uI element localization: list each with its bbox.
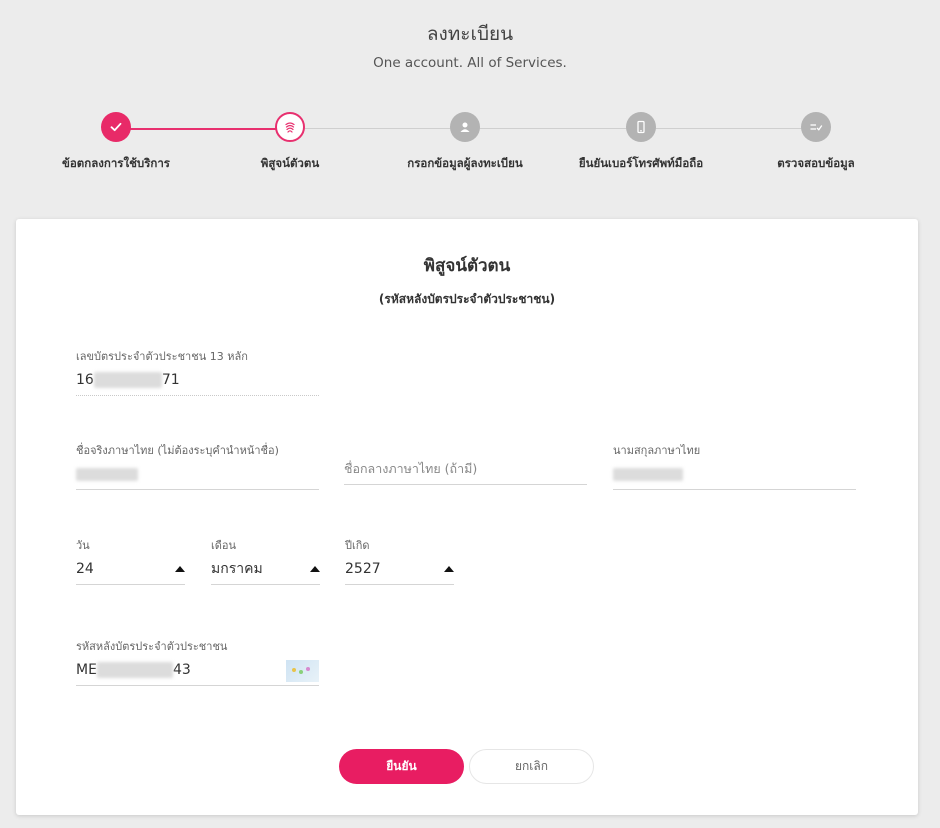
step-label: ข้อตกลงการใช้บริการ <box>62 156 170 170</box>
birth-month-label: เดือน <box>211 539 237 552</box>
first-name-label: ชื่อจริงภาษาไทย (ไม่ต้องระบุคำนำหน้าชื่อ… <box>76 444 279 457</box>
confirm-button[interactable]: ยืนยัน <box>339 749 464 784</box>
step-verify-phone: ยืนยันเบอร์โทรศัพท์มือถือ <box>561 112 721 173</box>
middle-name-placeholder: ชื่อกลางภาษาไทย (ถ้ามี) <box>344 461 478 476</box>
caret-up-icon[interactable] <box>444 566 454 572</box>
page-title: ลงทะเบียน <box>426 23 514 45</box>
step-identity: พิสูจน์ตัวตน <box>210 112 370 173</box>
step-registrant-info: กรอกข้อมูลผู้ลงทะเบียน <box>385 112 545 173</box>
cancel-button[interactable]: ยกเลิก <box>469 749 594 784</box>
last-name-input[interactable] <box>613 464 856 484</box>
redacted-mask <box>93 372 162 388</box>
check-icon <box>101 112 131 142</box>
id-number-value-end: 71 <box>161 372 180 388</box>
birth-day-value: 24 <box>76 561 94 577</box>
birth-day-select[interactable]: วัน 24 <box>76 536 185 585</box>
caret-up-icon[interactable] <box>175 566 185 572</box>
id-card-back-icon[interactable] <box>286 660 319 682</box>
step-label: พิสูจน์ตัวตน <box>260 156 320 170</box>
last-name-field[interactable]: นามสกุลภาษาไทย <box>613 441 856 490</box>
mobile-phone-icon <box>626 112 656 142</box>
form-subtitle: (รหัสหลังบัตรประจำตัวประชาชน) <box>378 292 556 306</box>
redacted-mask <box>76 467 138 481</box>
laser-code-input[interactable]: ME 43 <box>76 660 319 682</box>
id-number-field[interactable]: เลขบัตรประจำตัวประชาชน 13 หลัก 16 71 <box>76 347 319 396</box>
laser-code-value-start: ME <box>76 662 97 678</box>
person-icon <box>450 112 480 142</box>
id-number-label: เลขบัตรประจำตัวประชาชน 13 หลัก <box>76 350 248 363</box>
redacted-mask <box>613 467 683 481</box>
laser-code-label: รหัสหลังบัตรประจำตัวประชาชน <box>76 640 228 653</box>
first-name-input[interactable] <box>76 464 319 484</box>
birth-year-label: ปีเกิด <box>345 539 370 552</box>
last-name-label: นามสกุลภาษาไทย <box>613 444 701 457</box>
middle-name-input[interactable]: ชื่อกลางภาษาไทย (ถ้ามี) <box>344 459 587 479</box>
step-terms: ข้อตกลงการใช้บริการ <box>36 112 196 173</box>
page-subtitle: One account. All of Services. <box>373 55 567 71</box>
step-label: กรอกข้อมูลผู้ลงทะเบียน <box>407 156 523 170</box>
checklist-icon <box>801 112 831 142</box>
middle-name-field[interactable]: ชื่อกลางภาษาไทย (ถ้ามี) <box>344 441 587 485</box>
birth-month-value: มกราคม <box>211 561 263 577</box>
form-title: พิสูจน์ตัวตน <box>423 256 511 276</box>
caret-up-icon[interactable] <box>310 566 320 572</box>
step-label: ยืนยันเบอร์โทรศัพท์มือถือ <box>578 156 704 170</box>
id-number-input[interactable]: 16 71 <box>76 370 319 390</box>
birth-year-value: 2527 <box>345 561 381 577</box>
birth-day-label: วัน <box>76 539 90 552</box>
birth-month-select[interactable]: เดือน มกราคม <box>211 536 320 585</box>
step-review: ตรวจสอบข้อมูล <box>736 112 896 173</box>
identity-form-card: พิสูจน์ตัวตน (รหัสหลังบัตรประจำตัวประชาช… <box>16 219 918 815</box>
birth-year-select[interactable]: ปีเกิด 2527 <box>345 536 454 585</box>
step-label: ตรวจสอบข้อมูล <box>777 156 855 170</box>
laser-code-field[interactable]: รหัสหลังบัตรประจำตัวประชาชน ME 43 <box>76 637 319 686</box>
fingerprint-icon <box>275 112 305 142</box>
first-name-field[interactable]: ชื่อจริงภาษาไทย (ไม่ต้องระบุคำนำหน้าชื่อ… <box>76 441 319 490</box>
laser-code-value-end: 43 <box>172 662 191 678</box>
id-number-value-start: 16 <box>76 372 94 388</box>
redacted-mask <box>96 662 173 678</box>
